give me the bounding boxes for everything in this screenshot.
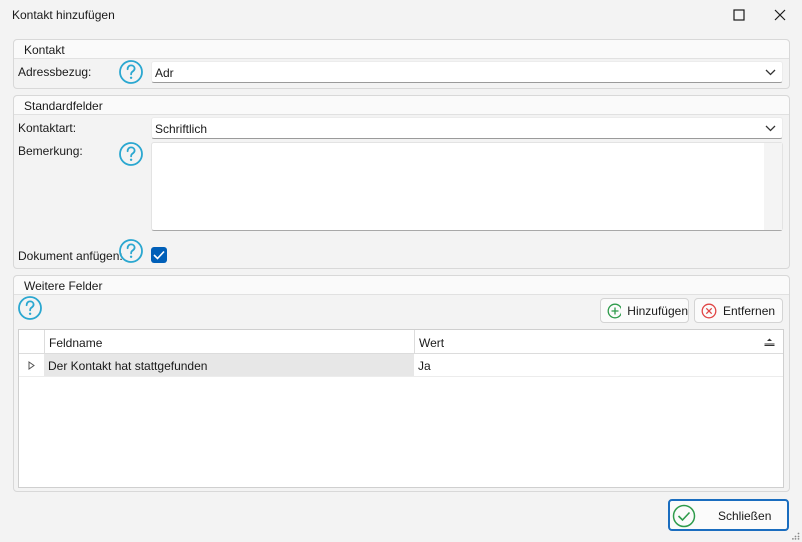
kontaktart-label: Kontaktart: xyxy=(18,121,77,135)
add-button-label: Hinzufügen xyxy=(627,303,688,318)
fields-table: Feldname Wert Der Kontakt hat stattgefun… xyxy=(18,329,784,488)
remove-button[interactable]: Entfernen xyxy=(694,298,783,323)
standardfelder-group-header: Standardfelder xyxy=(14,96,789,115)
column-header-wert-label: Wert xyxy=(419,336,445,350)
dokument-checkbox[interactable] xyxy=(151,247,167,263)
title-bar: Kontakt hinzufügen xyxy=(0,0,802,30)
weitere-felder-group-title: Weitere Felder xyxy=(24,279,103,293)
dokument-label: Dokument anfügen: xyxy=(18,249,123,263)
maximize-button[interactable] xyxy=(719,0,759,30)
standardfelder-group-title: Standardfelder xyxy=(24,99,103,113)
table-row[interactable]: Der Kontakt hat stattgefunden Ja xyxy=(19,354,783,377)
column-header-wert[interactable]: Wert xyxy=(414,330,783,354)
column-header-feldname-label: Feldname xyxy=(49,336,103,350)
bemerkung-label: Bemerkung: xyxy=(18,144,83,158)
adressbezug-label: Adressbezug: xyxy=(18,65,92,79)
kontaktart-value: Schriftlich xyxy=(155,122,208,136)
bemerkung-textarea[interactable] xyxy=(151,142,783,231)
row-expand-cell[interactable] xyxy=(19,354,44,376)
help-icon[interactable] xyxy=(17,295,43,321)
maximize-icon xyxy=(733,9,745,21)
wert-cell[interactable]: Ja xyxy=(414,354,783,376)
check-circle-icon xyxy=(672,504,696,528)
resize-grip-icon[interactable] xyxy=(792,532,800,540)
expand-triangle-icon[interactable] xyxy=(28,361,35,370)
close-button[interactable]: Schließen xyxy=(668,499,789,531)
adressbezug-value: Adr xyxy=(155,66,174,80)
kontakt-group-title: Kontakt xyxy=(24,43,65,57)
feldname-value: Der Kontakt hat stattgefunden xyxy=(48,359,208,373)
wert-value: Ja xyxy=(418,359,431,373)
help-icon[interactable] xyxy=(118,141,144,167)
help-icon[interactable] xyxy=(118,59,144,85)
remove-circle-icon xyxy=(701,303,717,318)
plus-circle-icon xyxy=(607,303,622,318)
remove-button-label: Entfernen xyxy=(723,303,776,318)
close-button-label: Schließen xyxy=(718,509,772,523)
bemerkung-scrollbar[interactable] xyxy=(764,143,782,230)
adressbezug-select[interactable]: Adr xyxy=(151,61,783,83)
chevron-down-icon xyxy=(765,125,776,132)
kontakt-group-header: Kontakt xyxy=(14,40,789,59)
checkmark-icon xyxy=(153,250,165,260)
window-close-button[interactable] xyxy=(760,0,800,30)
weitere-felder-group-header: Weitere Felder xyxy=(14,276,789,295)
table-header: Feldname Wert xyxy=(19,330,783,354)
column-header-feldname[interactable]: Feldname xyxy=(44,330,414,354)
window-title: Kontakt hinzufügen xyxy=(12,8,115,22)
close-icon xyxy=(774,9,786,21)
feldname-cell[interactable]: Der Kontakt hat stattgefunden xyxy=(44,354,414,376)
chevron-down-icon xyxy=(765,69,776,76)
help-icon[interactable] xyxy=(118,238,144,264)
kontaktart-select[interactable]: Schriftlich xyxy=(151,117,783,139)
add-button[interactable]: Hinzufügen xyxy=(600,298,689,323)
column-options-icon[interactable] xyxy=(764,338,775,346)
